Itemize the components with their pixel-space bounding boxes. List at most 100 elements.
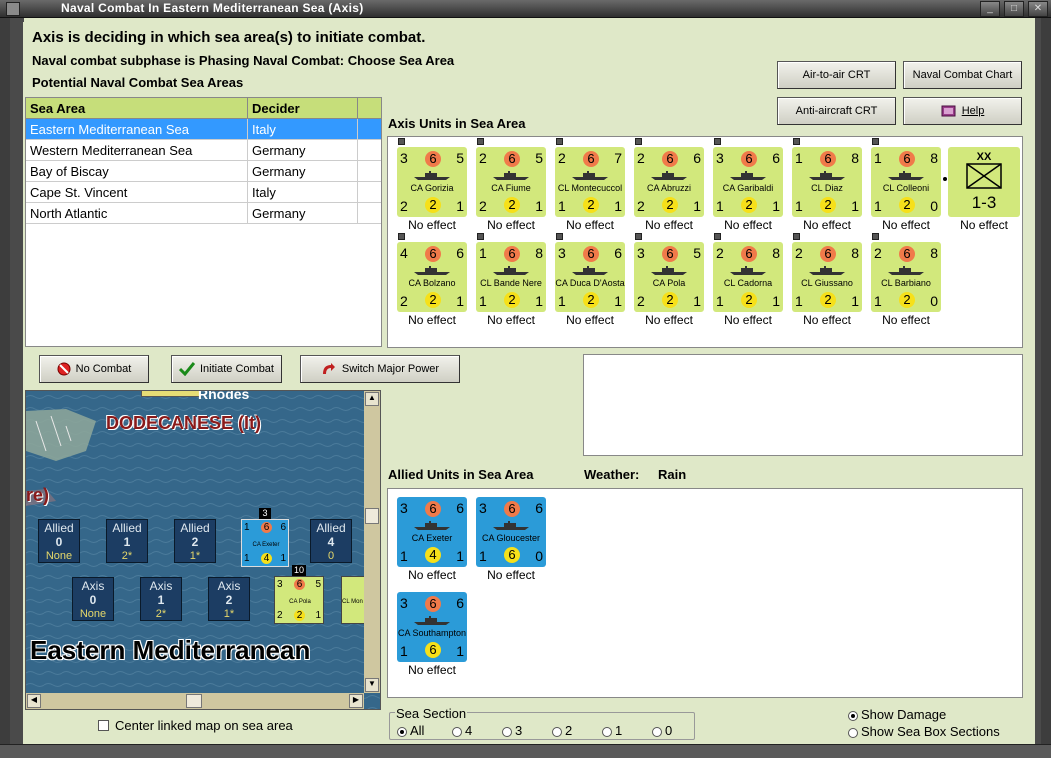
unit-stat-br: 1 xyxy=(851,293,859,309)
maximize-icon[interactable]: □ xyxy=(1004,1,1024,17)
unit-stat-br: 1 xyxy=(772,198,780,214)
naval-combat-chart-button[interactable]: Naval Combat Chart xyxy=(903,61,1022,89)
table-row[interactable]: Cape St. Vincent Italy xyxy=(26,182,381,203)
scroll-right-icon[interactable]: ▶ xyxy=(349,694,363,708)
scroll-left-icon[interactable]: ◀ xyxy=(27,694,41,708)
table-row[interactable]: Eastern Mediterranean Sea Italy xyxy=(26,119,381,140)
axis-unit-counter[interactable]: 3 6 5 CA Pola 2 2 1 xyxy=(634,233,704,312)
show-damage-option[interactable]: Show Damage xyxy=(848,707,946,722)
anti-aircraft-crt-button[interactable]: Anti-aircraft CRT xyxy=(777,97,896,125)
unit-stat-bl: 1 xyxy=(716,198,724,214)
unit-name: CA Gorizia xyxy=(410,183,454,193)
axis-unit-counter[interactable]: 2 6 7 CL Montecuccol 1 2 1 xyxy=(555,138,625,217)
allied-sea-box-1[interactable]: Allied 1 2* xyxy=(106,519,148,563)
axis-unit-counter[interactable]: 1 6 8 CL Diaz 1 2 1 xyxy=(792,138,862,217)
initiate-combat-button[interactable]: Initiate Combat xyxy=(171,355,282,383)
ship-silhouette-icon xyxy=(651,266,687,275)
unit-stat-tc: 6 xyxy=(425,596,441,612)
vertical-scroll-thumb[interactable] xyxy=(365,508,379,524)
radio-all[interactable]: All xyxy=(397,723,452,738)
initiate-combat-label: Initiate Combat xyxy=(200,363,274,375)
radio-4[interactable]: 4 xyxy=(452,723,502,738)
col-decider[interactable]: Decider xyxy=(248,98,358,118)
axis-unit-counter[interactable]: 3 6 6 CA Garibaldi 1 2 1 xyxy=(713,138,783,217)
air-to-air-crt-button[interactable]: Air-to-air CRT xyxy=(777,61,896,89)
box-sub: 0 xyxy=(327,550,335,562)
show-sections-label: Show Sea Box Sections xyxy=(861,724,1000,739)
unit-effect: No effect xyxy=(882,218,930,232)
box-side: Allied xyxy=(316,521,346,535)
unit-stat-br: 1 xyxy=(456,548,464,564)
map-vertical-scrollbar[interactable]: ▲ ▼ xyxy=(364,391,380,693)
col-sea-area[interactable]: Sea Area xyxy=(26,98,248,118)
unit-stat-tl: 2 xyxy=(716,245,724,261)
unit-effect: No effect xyxy=(408,313,456,327)
status-flag-icon xyxy=(556,233,563,240)
scroll-down-icon[interactable]: ▼ xyxy=(365,678,379,692)
unit-stat-tl: 3 xyxy=(558,245,566,261)
close-icon[interactable]: ✕ xyxy=(1028,1,1048,17)
allied-unit-counter[interactable]: 3 6 6 CA Southampton 1 6 1 xyxy=(397,592,467,662)
show-sections-option[interactable]: Show Sea Box Sections xyxy=(848,724,1000,739)
linked-map[interactable]: Rhodes DODECANESE (It) re) Allied 0 None A… xyxy=(25,390,381,710)
axis-unit-counter[interactable]: 2 6 5 CA Fiume 2 2 1 xyxy=(476,138,546,217)
minimize-icon[interactable]: _ xyxy=(980,1,1000,17)
box-side: Allied xyxy=(112,521,142,535)
radio-2[interactable]: 2 xyxy=(552,723,602,738)
table-row[interactable]: North Atlantic Germany xyxy=(26,203,381,224)
box-side: Allied xyxy=(180,521,210,535)
radio-0[interactable]: 0 xyxy=(652,723,692,738)
unit-stat-tl: 2 xyxy=(479,150,487,166)
switch-major-power-button[interactable]: Switch Major Power xyxy=(300,355,460,383)
horizontal-scroll-thumb[interactable] xyxy=(186,694,202,708)
unit-stat-bl: 1 xyxy=(479,293,487,309)
unit-stat-br: 0 xyxy=(535,548,543,564)
axis-sea-box-2[interactable]: Axis 2 1* xyxy=(208,577,250,621)
axis-unit-counter[interactable]: 3 6 5 CA Gorizia 2 2 1 xyxy=(397,138,467,217)
unit-stat-tc: 6 xyxy=(820,151,836,167)
no-combat-button[interactable]: No Combat xyxy=(39,355,149,383)
radio-label: 2 xyxy=(565,723,573,738)
axis-unit-counter[interactable]: 1 6 8 CL Bande Nere 1 2 1 xyxy=(476,233,546,312)
center-map-checkbox-row[interactable]: Center linked map on sea area xyxy=(98,718,293,733)
allied-unit-counter[interactable]: 3 6 6 CA Gloucester 1 6 0 xyxy=(476,497,546,567)
axis-sea-box-1[interactable]: Axis 1 2* xyxy=(140,577,182,621)
allied-sea-box-0[interactable]: Allied 0 None xyxy=(38,519,80,563)
allied-sea-box-4[interactable]: Allied 4 0 xyxy=(310,519,352,563)
allied-sea-box-2[interactable]: Allied 2 1* xyxy=(174,519,216,563)
axis-unit-counter[interactable]: 2 6 8 CL Cadorna 1 2 1 xyxy=(713,233,783,312)
axis-unit-counter[interactable]: 2 6 8 CL Giussano 1 2 1 xyxy=(792,233,862,312)
weather-label: Weather: xyxy=(584,467,640,482)
center-map-checkbox[interactable] xyxy=(98,720,109,731)
axis-unit-counter[interactable]: 4 6 6 CA Bolzano 2 2 1 xyxy=(397,233,467,312)
stat: 6 xyxy=(280,522,286,533)
unit-stat-tl: 3 xyxy=(637,245,645,261)
map-horizontal-scrollbar[interactable]: ◀ ▶ xyxy=(26,693,364,709)
unit-stat-tr: 5 xyxy=(693,245,701,261)
window-menu-icon[interactable] xyxy=(6,2,20,16)
cell-decider: Germany xyxy=(248,140,358,160)
radio-1[interactable]: 1 xyxy=(602,723,652,738)
allied-unit-counter[interactable]: 3 6 6 CA Exeter 1 4 1 xyxy=(397,497,467,567)
box-num: 4 xyxy=(327,535,335,549)
help-button[interactable]: Help xyxy=(903,97,1022,125)
window-titlebar[interactable]: Naval Combat In Eastern Mediterranean Se… xyxy=(0,0,1051,18)
scroll-up-icon[interactable]: ▲ xyxy=(365,392,379,406)
table-row[interactable]: Western Mediterranean Sea Germany xyxy=(26,140,381,161)
box-sub: 1* xyxy=(189,550,201,562)
axis-unit-counter[interactable]: 2 6 8 CL Barbiano 1 2 0 xyxy=(871,233,941,312)
box-side: Allied xyxy=(44,521,74,535)
status-flag-icon xyxy=(477,138,484,145)
radio-3[interactable]: 3 xyxy=(502,723,552,738)
axis-unit-counter[interactable]: 3 6 6 CA Duca D'Aosta 1 2 1 xyxy=(555,233,625,312)
axis-unit-counter[interactable]: 1 6 8 CL Colleoni 1 2 0 xyxy=(871,138,941,217)
map-unit-exeter[interactable]: 1 6 6 CA Exeter 1 4 1 xyxy=(241,519,289,567)
map-unit-pola[interactable]: 3 6 5 CA Pola 2 2 1 xyxy=(274,576,324,624)
axis-sea-box-0[interactable]: Axis 0 None xyxy=(72,577,114,621)
unit-stat-tl: 3 xyxy=(716,150,724,166)
axis-unit-counter[interactable]: 2 6 6 CA Abruzzi 2 2 1 xyxy=(634,138,704,217)
table-header: Sea Area Decider xyxy=(26,98,381,119)
unit-name: CA Gloucester xyxy=(481,533,541,543)
table-row[interactable]: Bay of Biscay Germany xyxy=(26,161,381,182)
hq-counter[interactable]: XX 1-3 xyxy=(948,147,1020,217)
